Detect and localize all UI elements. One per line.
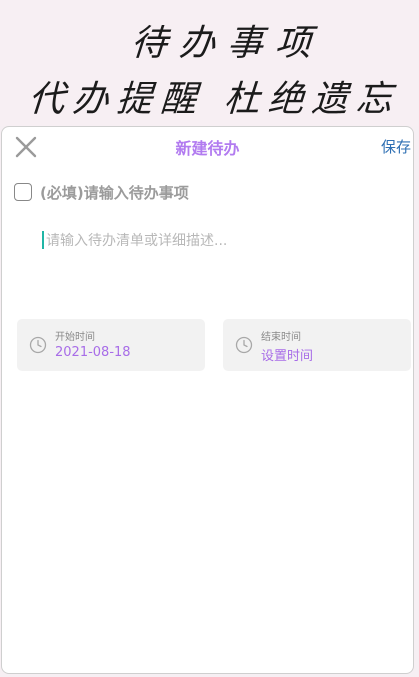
todo-complete-checkbox[interactable]: [14, 183, 32, 201]
end-time-label: 结束时间: [261, 332, 301, 343]
clock-icon: [235, 336, 253, 354]
start-time-label: 开始时间: [55, 332, 95, 343]
clock-icon: [29, 336, 47, 354]
description-placeholder: 请输入待办清单或详细描述...: [46, 233, 228, 249]
banner-headline: 待办事项: [129, 23, 325, 64]
todo-title-row: (必填)请输入待办事项: [14, 181, 189, 203]
start-time-value: 2021-08-18: [55, 345, 131, 360]
banner-subheadline: 代办提醒 杜绝遗忘: [27, 79, 402, 120]
promo-banner: 待办事项 代办提醒 杜绝遗忘: [0, 0, 419, 126]
todo-description-input[interactable]: 请输入待办清单或详细描述...: [42, 229, 402, 251]
end-time-picker[interactable]: 结束时间 设置时间: [223, 319, 411, 371]
todo-title-input[interactable]: (必填)请输入待办事项: [40, 182, 189, 203]
end-time-value: 设置时间: [261, 349, 314, 364]
save-button[interactable]: 保存: [381, 136, 411, 157]
dialog-title: 新建待办: [175, 139, 240, 158]
new-todo-dialog: 新建待办 保存 (必填)请输入待办事项 请输入待办清单或详细描述... 开始时间…: [1, 126, 414, 674]
start-time-picker[interactable]: 开始时间 2021-08-18: [17, 319, 205, 371]
text-cursor: [42, 231, 44, 249]
